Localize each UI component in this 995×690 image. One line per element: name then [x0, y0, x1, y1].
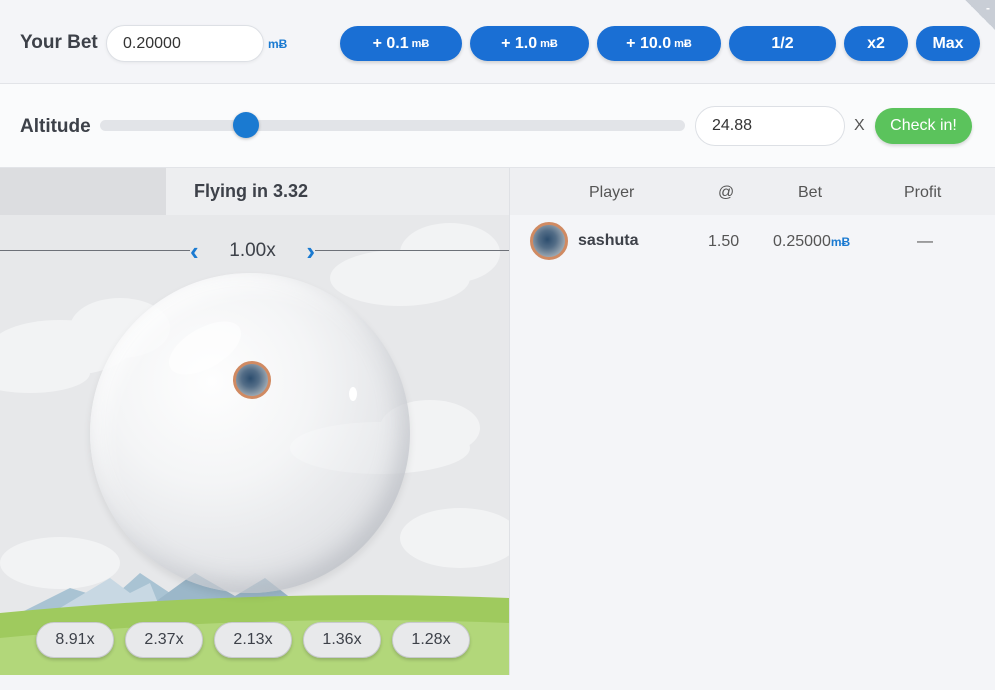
collapse-corner-label: - — [986, 1, 990, 15]
players-table-header: Player @ Bet Profit — [510, 168, 995, 215]
bet-unit-label: mɃ — [268, 37, 288, 51]
chevron-left-icon[interactable]: ‹ — [190, 238, 199, 264]
add-10.0-label: + 10.0 — [626, 34, 672, 52]
add-0.1-button[interactable]: + 0.1 mɃ — [340, 26, 462, 61]
altitude-multiplier-input[interactable] — [695, 106, 845, 146]
cashout-at: 1.50 — [708, 233, 740, 250]
collapse-corner-toggle[interactable]: - — [965, 0, 995, 30]
bet-amount-value: 0.25000 — [773, 233, 831, 250]
bubble-reflection — [349, 387, 357, 401]
history-chip[interactable]: 2.37x — [125, 622, 203, 658]
add-1.0-unit: mɃ — [540, 37, 558, 50]
check-in-button[interactable]: Check in! — [875, 108, 972, 144]
altitude-slider-thumb[interactable] — [233, 112, 260, 138]
flying-status-text: Flying in 3.32 — [194, 181, 309, 201]
bet-column-header: Bet — [798, 184, 823, 201]
double-bet-label: x2 — [867, 34, 885, 52]
half-bet-button[interactable]: 1/2 — [729, 26, 836, 61]
avatar — [530, 222, 568, 260]
altitude-slider-track[interactable] — [100, 120, 685, 131]
max-bet-label: Max — [932, 34, 964, 52]
bubble-graphic — [90, 273, 410, 593]
bet-amount-unit: mɃ — [830, 235, 851, 249]
bustabit-game-window: Your Bet mɃ + 0.1 mɃ + 1.0 mɃ + 10.0 mɃ … — [0, 0, 995, 690]
add-0.1-unit: mɃ — [411, 37, 430, 50]
recent-crashes: 8.91x 2.37x 2.13x 1.36x 1.28x — [36, 622, 470, 658]
players-panel: Player @ Bet Profit sashuta 1.50 0.25000… — [509, 168, 995, 675]
chevron-right-icon[interactable]: › — [306, 238, 315, 264]
cloud — [0, 537, 120, 589]
player-name: sashuta — [578, 232, 639, 249]
at-column-header: @ — [718, 184, 735, 201]
player-avatar-in-bubble — [233, 361, 271, 399]
profit-value: — — [917, 233, 933, 250]
bet-row: Your Bet mɃ + 0.1 mɃ + 1.0 mɃ + 10.0 mɃ … — [0, 0, 995, 84]
table-row: sashuta 1.50 0.25000mɃ — — [510, 216, 995, 266]
current-multiplier: 1.00x — [229, 240, 276, 261]
half-bet-label: 1/2 — [771, 34, 794, 52]
max-bet-button[interactable]: Max — [916, 26, 980, 61]
player-column-header: Player — [589, 184, 635, 201]
game-scene: Flying in 3.32 ‹ 1.00x › 8.91x 2.37x 2.1… — [0, 168, 509, 675]
add-10.0-button[interactable]: + 10.0 mɃ — [597, 26, 721, 61]
profit-column-header: Profit — [904, 184, 942, 201]
your-bet-label: Your Bet — [20, 32, 98, 53]
bet-amount: 0.25000mɃ — [773, 233, 850, 251]
add-1.0-button[interactable]: + 1.0 mɃ — [470, 26, 589, 61]
history-chip[interactable]: 1.28x — [392, 622, 470, 658]
multiplier-x-label: X — [854, 117, 865, 134]
add-10.0-unit: mɃ — [674, 37, 692, 50]
add-1.0-label: + 1.0 — [501, 34, 538, 52]
altitude-row: Altitude X Check in! — [0, 84, 995, 168]
cloud — [400, 223, 500, 283]
history-chip[interactable]: 2.13x — [214, 622, 292, 658]
double-bet-button[interactable]: x2 — [844, 26, 908, 61]
status-bar-left — [0, 168, 166, 215]
history-chip[interactable]: 8.91x — [36, 622, 114, 658]
multiplier-selector: ‹ 1.00x › — [190, 238, 315, 264]
history-chip[interactable]: 1.36x — [303, 622, 381, 658]
bet-amount-input[interactable] — [106, 25, 264, 62]
altitude-label: Altitude — [20, 116, 91, 137]
add-0.1-label: + 0.1 — [372, 34, 409, 52]
flying-status-bar: Flying in 3.32 — [166, 168, 509, 215]
